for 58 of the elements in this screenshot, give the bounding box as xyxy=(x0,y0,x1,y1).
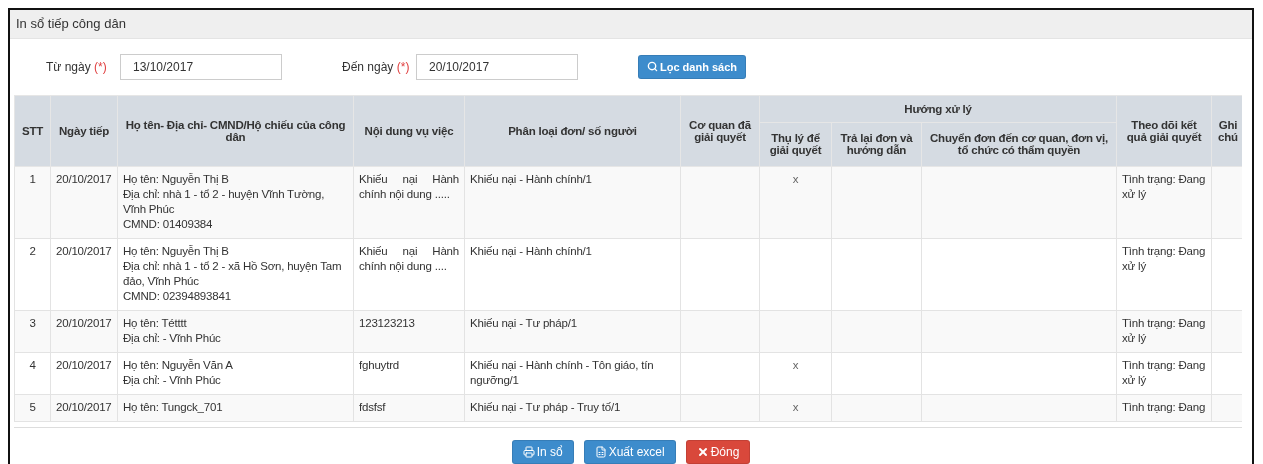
column-header: Cơ quan đã giải quyết xyxy=(680,95,760,167)
close-icon xyxy=(696,446,709,458)
print-button[interactable]: In sổ xyxy=(511,440,574,464)
table-cell: Khiếu nại - Tư pháp/1 xyxy=(464,310,681,353)
printer-icon xyxy=(522,446,535,458)
table-cell: 3 xyxy=(14,310,51,353)
table-cell: 20/10/2017 xyxy=(50,394,118,422)
table-cell: Tình trạng: Đang xử lý xyxy=(1116,352,1212,395)
column-header: Họ tên- Địa chỉ- CMND/Hộ chiếu của công dân xyxy=(117,95,354,167)
date-field[interactable]: 13/10/2017 xyxy=(120,53,282,80)
column-header: Nội dung vụ việc xyxy=(353,95,465,167)
table-cell: Họ tên: Nguyễn Văn A Địa chỉ: - Vĩnh Phúc xyxy=(117,352,354,395)
column-header: STT xyxy=(14,95,51,167)
table-cell: x xyxy=(759,352,832,395)
column-header: Theo dõi kết quả giải quyết xyxy=(1116,95,1212,167)
table-cell: Khiếu nại Hành chính nội dung .... xyxy=(353,238,465,311)
column-header: Chuyển đơn đến cơ quan, đơn vị, tổ chức có thẩm quyền xyxy=(921,122,1117,167)
excel-button[interactable]: Xuất excel xyxy=(583,440,676,464)
close-button[interactable]: Đóng xyxy=(685,440,751,464)
table-cell: Tình trạng: Đang xử lý xyxy=(1116,166,1212,239)
table-cell: Họ tên: Nguyễn Thị B Địa chỉ: nhà 1 - tổ 2 - xã Hồ Sơn, huyện Tam đảo, Vĩnh Phúc CMND: 02394893841 xyxy=(117,238,354,311)
date-label: Từ ngày (*) xyxy=(46,59,108,74)
table-cell: Tình trạng: Đang xử lý xyxy=(1116,238,1212,311)
filter-button[interactable]: Lọc danh sách xyxy=(638,54,747,79)
search-icon xyxy=(647,61,658,73)
date-label: Đến ngày (*) xyxy=(342,59,411,74)
table-cell: 20/10/2017 xyxy=(50,310,118,353)
table-cell: Tình trạng: Đang xyxy=(1116,394,1212,422)
column-header: Thụ lý để giải quyết xyxy=(759,122,832,167)
table-cell: 20/10/2017 xyxy=(50,352,118,395)
table-cell: Họ tên: Tétttt Địa chỉ: - Vĩnh Phúc xyxy=(117,310,354,353)
table-cell: 20/10/2017 xyxy=(50,166,118,239)
column-header: Hướng xử lý xyxy=(759,95,1117,123)
column-header: Phân loại đơn/ số người xyxy=(464,95,681,167)
table-cell: Tình trạng: Đang xử lý xyxy=(1116,310,1212,353)
table-cell: 20/10/2017 xyxy=(50,238,118,311)
table-cell: Khiếu nại Hành chính nội dung ..... xyxy=(353,166,465,239)
table-cell: 123123213 xyxy=(353,310,465,353)
table-cell: x xyxy=(759,394,832,422)
table-cell: Khiếu nại - Hành chính/1 xyxy=(464,238,681,311)
table-cell: 4 xyxy=(14,352,51,395)
column-header: Trả lại đơn và hướng dẫn xyxy=(831,122,922,167)
table-cell: fdsfsf xyxy=(353,394,465,422)
table-cell: Họ tên: Nguyễn Thị B Địa chỉ: nhà 1 - tổ 2 - huyện Vĩnh Tường, Vĩnh Phúc CMND: 01409384 xyxy=(117,166,354,239)
table-cell: x xyxy=(759,166,832,239)
spreadsheet-icon xyxy=(594,446,607,458)
table-cell: Khiếu nại - Hành chính - Tôn giáo, tín ngưỡng/1 xyxy=(464,352,681,395)
table-cell: 1 xyxy=(14,166,51,239)
table-cell: fghuytrd xyxy=(353,352,465,395)
column-header: Ngày tiếp xyxy=(50,95,118,167)
column-header: Ghi chú xyxy=(1211,95,1242,167)
table-cell: Khiếu nại - Tư pháp - Truy tố/1 xyxy=(464,394,681,422)
table-cell: 2 xyxy=(14,238,51,311)
window-title: In sổ tiếp công dân xyxy=(10,10,1252,39)
table-cell: Họ tên: Tungck_701 xyxy=(117,394,354,422)
table-cell: 5 xyxy=(14,394,51,422)
date-field[interactable]: 20/10/2017 xyxy=(416,53,578,80)
table-cell: Khiếu nại - Hành chính/1 xyxy=(464,166,681,239)
